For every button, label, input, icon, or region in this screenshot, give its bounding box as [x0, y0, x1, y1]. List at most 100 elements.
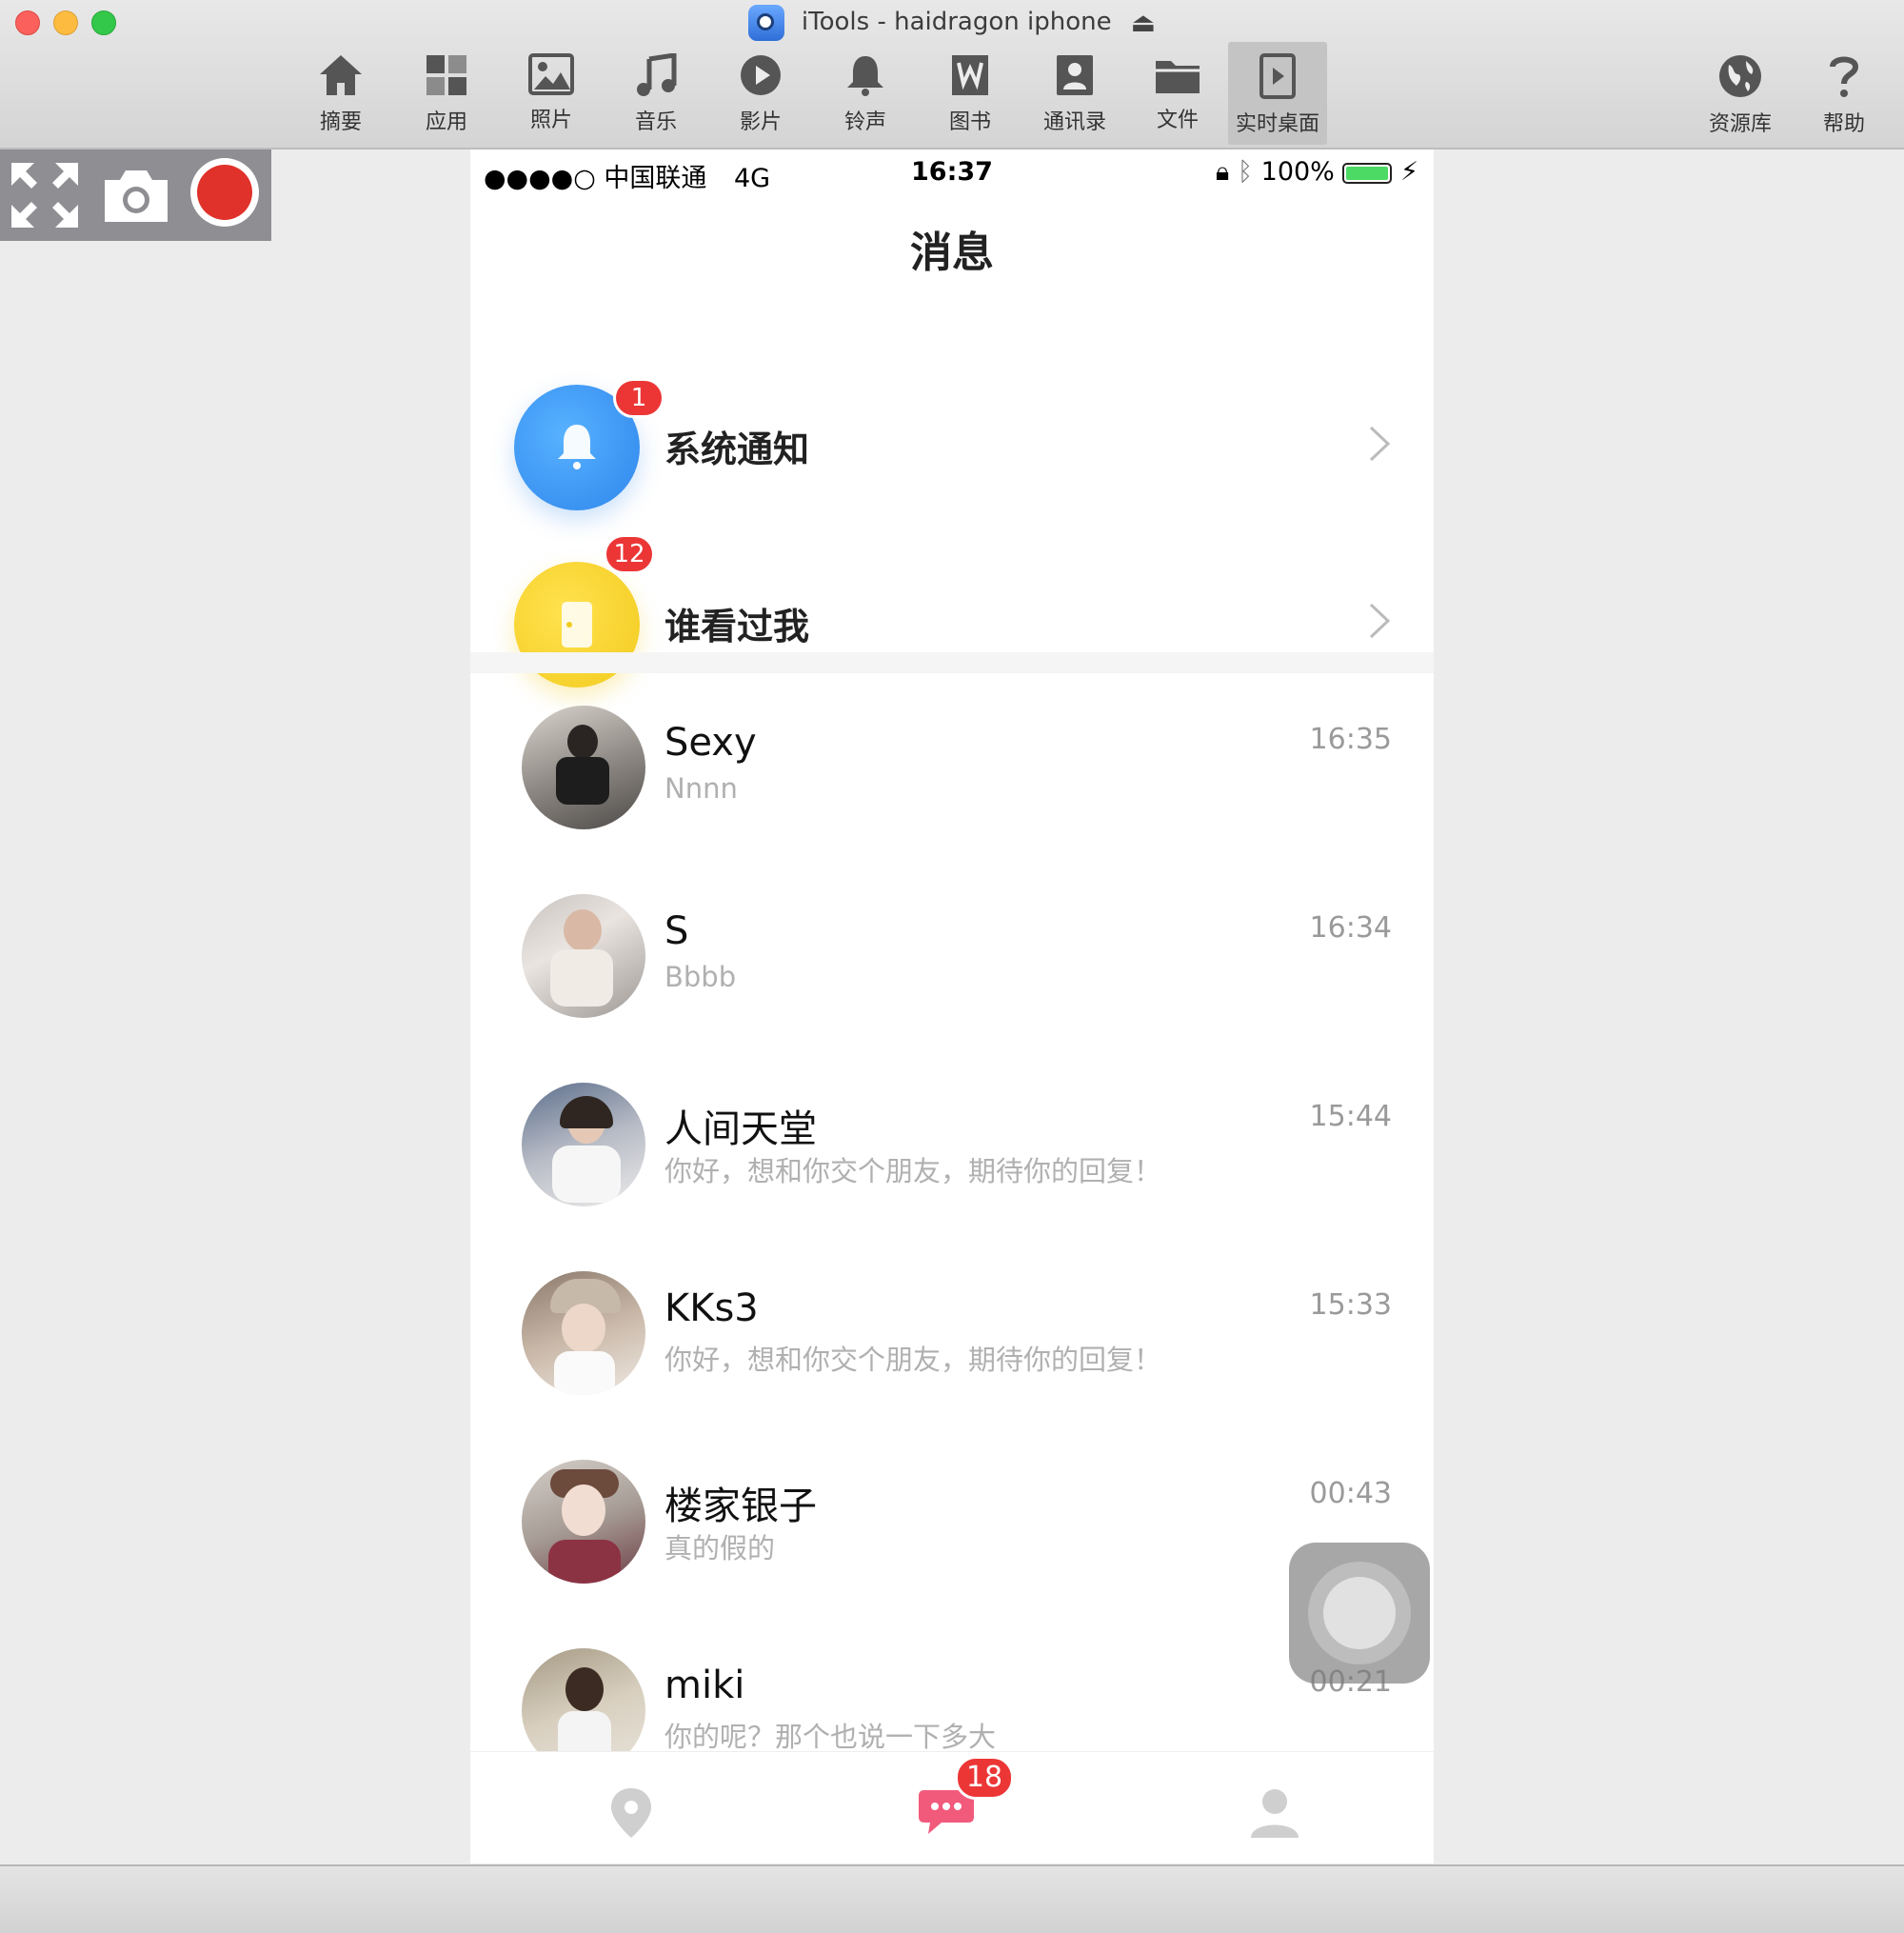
- who-viewed-me-label: 谁看过我: [664, 606, 810, 648]
- status-right: 🔒︎ ᛒ 100% ⚡: [1216, 157, 1418, 188]
- conversation-item[interactable]: S Bbbb 16:34: [470, 885, 1434, 1073]
- screen-tools-panel: [0, 149, 271, 241]
- system-notice-row[interactable]: 1 系统通知: [470, 357, 1434, 534]
- contacts-icon: [1057, 55, 1093, 95]
- profile-icon: [1251, 1789, 1299, 1838]
- toolbar-files-label: 文件: [1156, 109, 1199, 132]
- toolbar-photos-label: 照片: [529, 109, 572, 132]
- toolbar-files[interactable]: 文件: [1128, 42, 1227, 145]
- conversation-time: 16:35: [1309, 723, 1392, 756]
- phone-tab-bar: 18: [470, 1751, 1434, 1863]
- conversation-name: miki: [664, 1664, 745, 1707]
- toolbar-contacts-label: 通讯录: [1042, 110, 1106, 134]
- toolbar-books-label: 图书: [948, 110, 991, 134]
- toolbar-ringtones-label: 铃声: [843, 110, 886, 134]
- toolbar-help-label: 帮助: [1822, 112, 1865, 136]
- conversation-preview: Bbbb: [664, 961, 737, 993]
- avatar[interactable]: [522, 706, 645, 829]
- tab-profile[interactable]: [1112, 1752, 1433, 1863]
- charging-icon: ⚡: [1400, 157, 1418, 187]
- toolbar-music-label: 音乐: [634, 110, 677, 134]
- apps-icon: [426, 55, 466, 95]
- toolbar-movies-label: 影片: [739, 110, 782, 134]
- page-title: 消息: [910, 229, 994, 277]
- conversation-time: 15:33: [1309, 1288, 1392, 1322]
- toolbar-apps-label: 应用: [425, 110, 467, 134]
- avatar[interactable]: [522, 1271, 645, 1395]
- live-desktop-icon: [1259, 53, 1296, 99]
- tab-discover[interactable]: [470, 1752, 791, 1863]
- conversation-item[interactable]: KKs3 你好，想和你交个朋友，期待你的回复！ 15:33: [470, 1262, 1434, 1450]
- window-bottom-bar: [0, 1864, 1904, 1933]
- eject-icon[interactable]: ⏏: [1131, 5, 1156, 41]
- window-title: iTools - haidragon iphone ⏏: [0, 4, 1904, 41]
- conversation-name: S: [664, 909, 689, 953]
- toolbar-photos[interactable]: 照片: [502, 42, 601, 145]
- conversation-name: 楼家银子: [664, 1485, 817, 1528]
- conversation-name: Sexy: [664, 721, 757, 765]
- camera-icon[interactable]: [101, 167, 171, 224]
- toolbar-live-desktop[interactable]: 实时桌面: [1228, 42, 1327, 145]
- conversation-item[interactable]: 人间天堂 你好，想和你交个朋友，期待你的回复！ 15:44: [470, 1073, 1434, 1262]
- avatar[interactable]: [522, 894, 645, 1018]
- system-notice-badge: 1: [613, 378, 664, 418]
- bell-icon: [558, 425, 596, 469]
- toolbar-summary[interactable]: 摘要: [291, 42, 390, 145]
- toolbar-apps[interactable]: 应用: [397, 42, 496, 145]
- battery-icon: [1342, 162, 1393, 184]
- bluetooth-icon: ᛒ: [1237, 157, 1254, 187]
- toolbar-summary-label: 摘要: [319, 110, 362, 134]
- who-viewed-me-row[interactable]: 12 谁看过我: [470, 534, 1434, 711]
- folder-icon: [1156, 61, 1200, 93]
- conversation-time: 00:43: [1309, 1477, 1392, 1510]
- toolbar-movies[interactable]: 影片: [711, 42, 810, 145]
- toolbar-ringtones[interactable]: 铃声: [816, 42, 915, 145]
- toolbar-help[interactable]: 帮助: [1795, 42, 1894, 145]
- toolbar-resources[interactable]: 资源库: [1691, 42, 1790, 145]
- who-viewed-me-badge: 12: [604, 534, 655, 574]
- messages-badge: 18: [955, 1756, 1014, 1800]
- avatar[interactable]: [522, 1083, 645, 1206]
- chevron-right-icon: [1369, 426, 1391, 462]
- rotation-lock-icon: 🔒︎: [1215, 157, 1230, 187]
- toolbar-resources-label: 资源库: [1708, 112, 1772, 136]
- conversation-preview: 你的呢？那个也说一下多大: [664, 1721, 997, 1753]
- home-icon: [320, 55, 362, 95]
- assistive-touch-button[interactable]: [1289, 1543, 1430, 1684]
- conversation-preview: 真的假的: [664, 1532, 776, 1564]
- record-icon[interactable]: [190, 158, 259, 227]
- conversation-preview: 你好，想和你交个朋友，期待你的回复！: [664, 1155, 1162, 1187]
- conversation-preview: Nnnn: [664, 772, 738, 805]
- book-icon: [952, 55, 988, 95]
- help-icon: [1830, 56, 1859, 97]
- toolbar-books[interactable]: 图书: [921, 42, 1020, 145]
- fullscreen-icon[interactable]: [10, 161, 80, 229]
- itools-app-icon: [747, 4, 784, 41]
- window-title-text: iTools - haidragon iphone: [801, 8, 1112, 36]
- conversation-item[interactable]: Sexy Nnnn 16:35: [470, 696, 1434, 885]
- toolbar-music[interactable]: 音乐: [606, 42, 705, 145]
- section-divider: [470, 652, 1434, 673]
- bell-icon: [847, 56, 883, 96]
- photo-icon: [528, 53, 574, 95]
- conversation-time: 15:44: [1309, 1100, 1392, 1133]
- conversation-name: KKs3: [664, 1286, 759, 1330]
- toolbar-live-desktop-label: 实时桌面: [1235, 112, 1319, 136]
- toolbar-contacts[interactable]: 通讯录: [1025, 42, 1124, 145]
- battery-percent: 100%: [1260, 157, 1335, 187]
- conversation-time: 16:34: [1309, 911, 1392, 945]
- avatar[interactable]: [522, 1460, 645, 1584]
- chevron-right-icon: [1369, 603, 1391, 639]
- globe-icon: [1719, 55, 1761, 97]
- music-icon: [637, 53, 677, 96]
- conversation-name: 人间天堂: [664, 1107, 817, 1151]
- play-icon: [741, 55, 781, 95]
- phone-status-bar: ●●●●○ 中国联通 4G 16:37 🔒︎ ᛒ 100% ⚡: [470, 149, 1434, 197]
- right-empty-pane: [1434, 149, 1904, 1863]
- system-notice-label: 系统通知: [664, 428, 810, 470]
- door-icon: [562, 602, 592, 648]
- tab-messages[interactable]: 18: [791, 1752, 1112, 1863]
- window-titlebar: iTools - haidragon iphone ⏏ 摘要 应用 照片 音乐 影…: [0, 0, 1904, 149]
- conversation-preview: 你好，想和你交个朋友，期待你的回复！: [664, 1344, 1162, 1376]
- location-icon: [611, 1788, 651, 1838]
